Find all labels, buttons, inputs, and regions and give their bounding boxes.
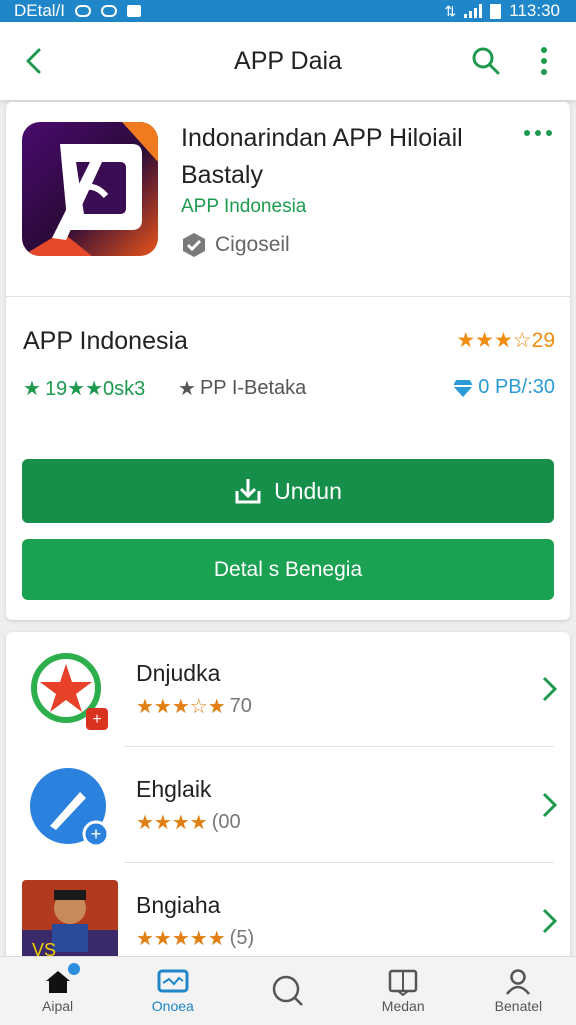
status-bar: DEtal/I ⇅ 113:30 [0, 0, 576, 22]
app-rating: ★★★★ (00 [136, 810, 241, 835]
star-rating-icon: ★★★☆★ [136, 696, 226, 718]
chevron-right-icon [542, 792, 558, 818]
stat-size: 0 PB/:30 [452, 376, 555, 399]
person-icon [506, 969, 531, 995]
rating-value: 29 [531, 328, 555, 352]
nav-label: Medan [381, 998, 425, 1014]
star-rating-icon: ★★★★★ [136, 928, 226, 950]
gem-icon [453, 379, 474, 397]
chevron-right-icon [542, 676, 558, 702]
developer-name: APP Indonesia [23, 327, 188, 355]
rating-count: (00 [211, 811, 241, 833]
book-icon [388, 969, 418, 996]
download-label: Undun [274, 477, 342, 504]
overflow-menu-button[interactable] [516, 22, 572, 100]
nav-profile[interactable]: Benatel [461, 957, 576, 1025]
app-name: Indonarindan APP Hiloiail Bastaly [181, 124, 463, 189]
chevron-right-icon [542, 908, 558, 934]
divider [124, 746, 554, 747]
app-detail-card: Indonarindan APP Hiloiail Bastaly APP In… [6, 102, 570, 620]
app-title: Dnjudka [136, 660, 221, 686]
nav-updates[interactable]: Onoea [115, 957, 230, 1025]
app-rating: ★★★★★ (5) [136, 926, 254, 951]
app-title: Bngiaha [136, 892, 221, 918]
developer-link[interactable]: APP Indonesia [181, 196, 306, 218]
shield-check-icon [183, 233, 205, 257]
app-rating: ★★★☆ 29 [456, 328, 555, 353]
bottom-navigation: Aipal Onoea Medan Benatel [0, 956, 576, 1025]
image-icon [127, 5, 142, 17]
app-icon-pen: + [30, 768, 108, 846]
svg-text:+: + [91, 824, 102, 844]
eye-icon [101, 5, 118, 17]
related-apps-card: + Dnjudka ★★★☆★ 70 + Ehglaik ★★★★ (00 VS… [6, 632, 570, 962]
verified-badge: Cigoseil [181, 232, 290, 258]
download-button[interactable]: Undun [22, 459, 554, 523]
app-bar: APP Daia [0, 22, 576, 100]
search-icon [472, 47, 500, 75]
more-vertical-icon [541, 47, 547, 75]
signal-icon [464, 4, 483, 18]
verified-label: Cigoseil [215, 233, 290, 256]
list-item[interactable]: + Ehglaik ★★★★ (00 [6, 748, 570, 864]
clock: 113:30 [509, 1, 560, 20]
search-icon [272, 975, 303, 1006]
carrier-label: DEtal/I [14, 1, 66, 20]
details-label: Detal s Benegia [213, 557, 363, 581]
star-rating-icon: ★★★★ [136, 812, 208, 834]
nav-search[interactable] [230, 957, 345, 1025]
notification-badge [66, 961, 82, 977]
nav-label: Benatel [494, 998, 543, 1014]
rating-count: 70 [229, 695, 252, 717]
app-icon-game: VS [22, 880, 118, 962]
star-rating-icon: ★★★☆ [456, 329, 532, 352]
nav-label: Aipal [42, 998, 74, 1014]
stat-category: ★ PP I-Betaka [178, 377, 307, 400]
download-icon [235, 479, 261, 504]
divider [124, 862, 554, 863]
list-item[interactable]: + Dnjudka ★★★☆★ 70 [6, 632, 570, 748]
app-title: Ehglaik [136, 776, 212, 802]
app-rating: ★★★☆★ 70 [136, 694, 252, 719]
divider [6, 296, 570, 297]
data-icon: ⇅ [444, 2, 457, 19]
nav-library[interactable]: Medan [346, 957, 461, 1025]
rating-count: (5) [229, 927, 255, 949]
more-options-button[interactable] [524, 130, 552, 136]
nav-home[interactable]: Aipal [0, 957, 115, 1025]
battery-icon [490, 3, 502, 19]
app-icon [22, 122, 158, 256]
sync-icon [75, 5, 92, 17]
search-button[interactable] [458, 22, 514, 100]
star-icon: ★ [178, 378, 196, 400]
star-icon: ★ [23, 378, 41, 400]
nav-label: Onoea [151, 998, 194, 1014]
stat-downloads: ★ 19★★0sk3 [23, 378, 146, 400]
svg-text:+: + [92, 711, 101, 728]
monitor-icon [157, 969, 189, 993]
app-icon-star: + [31, 653, 108, 730]
details-button[interactable]: Detal s Benegia [22, 539, 554, 600]
